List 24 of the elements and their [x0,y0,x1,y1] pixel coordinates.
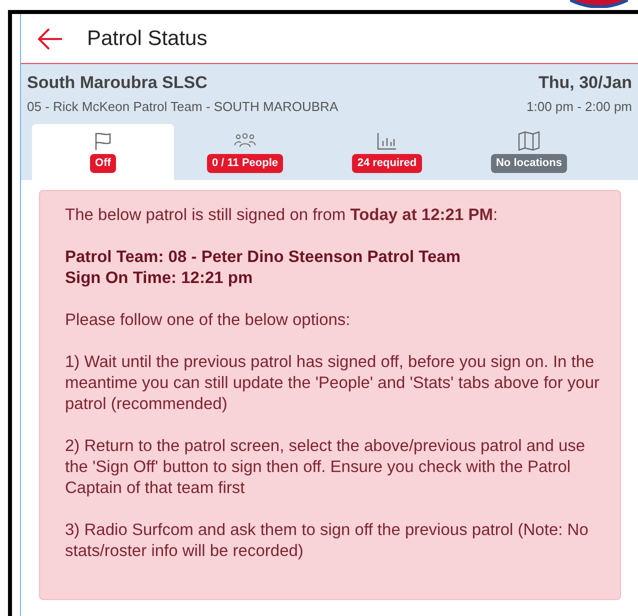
bar-chart-icon [376,131,398,152]
alert-option: 2) Return to the patrol screen, select the above/previous patrol and use the 'Sign Off' button to sign then off. Ensure you check with the Patrol Captain of that team first [65,436,612,499]
patrol-time: 1:00 pm - 2:00 pm [526,98,632,116]
sign-on-time-line: Sign On Time: 12:21 pm [65,268,254,289]
status-tab[interactable]: No locations [458,124,600,180]
status-badge: Off [90,154,116,173]
status-tab[interactable]: Off [32,124,174,180]
patrol-team-line: Patrol Team: 08 - Peter Dino Steenson Patrol Team [65,247,462,268]
status-tab[interactable]: 0 / 11 People [174,124,316,180]
alert-option: 1) Wait until the previous patrol has signed off, before you sign on. In the meantime you can still update the 'People' and 'Stats' tabs above for your patrol (recommended) [65,352,612,415]
map-icon [518,131,540,152]
alert-instruction: Please follow one of the below options: [65,310,352,331]
patrol-date: Thu, 30/Jan [538,72,632,94]
patrol-team: 05 - Rick McKeon Patrol Team - SOUTH MAROUBRA [27,98,338,116]
page-title: Patrol Status [87,26,208,52]
status-badge: 24 required [352,154,422,173]
club-name: South Maroubra SLSC [27,72,208,94]
alert-intro: The below patrol is still signed on from Today at 12:21 PM: [65,205,499,226]
alert-option: 3) Radio Surfcom and ask them to sign off the previous patrol (Note: No stats/roster info will be recorded) [65,520,612,562]
back-arrow-icon [37,26,63,50]
logo-icon [570,0,628,8]
status-badge: 0 / 11 People [206,154,284,173]
status-tab[interactable]: 24 required [316,124,458,180]
status-badge: No locations [490,154,567,173]
